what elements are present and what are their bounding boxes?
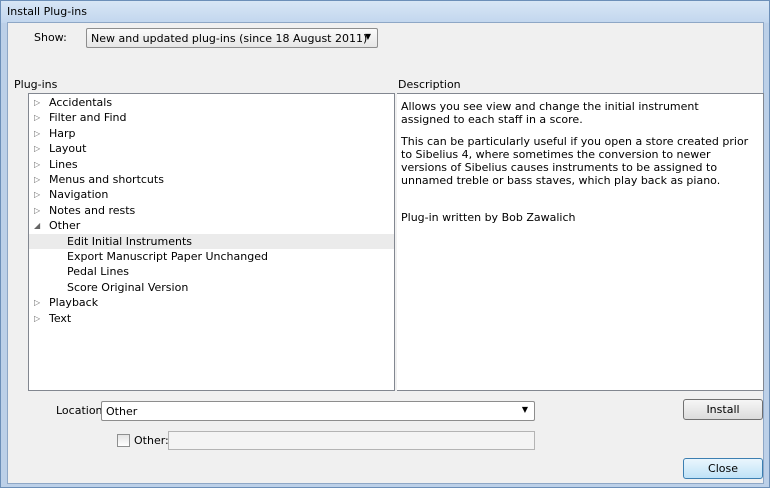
title-bar: Install Plug-ins [1,1,769,23]
show-dropdown[interactable]: New and updated plug-ins (since 18 Augus… [86,28,378,48]
window-title: Install Plug-ins [7,5,87,18]
show-dropdown-value: New and updated plug-ins (since 18 Augus… [91,32,368,45]
tree-item-label: Notes and rests [49,203,136,217]
other-label: Other: [134,434,169,447]
plugins-label: Plug-ins [14,78,58,91]
description-text: Allows you see view and change the initi… [401,100,699,126]
tree-item-label: Accidentals [49,96,113,109]
plugins-tree[interactable]: ▷ Accidentals ▷ Filter and Find ▷ Harp ▷ Layout… [28,93,395,391]
chevron-down-icon: ▼ [521,405,528,414]
tree-item-category[interactable]: ▷ Filter and Find [29,110,394,125]
tree-item-plugin[interactable]: Score Original Version [29,280,394,295]
location-label: Location: [56,404,107,417]
tree-item-label: Edit Initial Instruments [67,234,192,248]
triangle-right-icon[interactable]: ▷ [34,157,40,172]
tree-item-label: Lines [49,157,78,171]
tree-item-plugin[interactable]: Pedal Lines [29,264,394,279]
tree-item-label: Harp [49,126,76,140]
tree-item-category[interactable]: ▷ Accidentals [29,95,394,110]
tree-item-category[interactable]: ▷ Playback [29,295,394,310]
tree-item-category[interactable]: ◢ Other [29,218,394,233]
tree-item-label: Playback [49,296,99,310]
tree-item-label: Navigation [49,188,109,202]
location-dropdown[interactable]: Other ▼ [101,401,535,421]
tree-item-label: Other [49,219,81,233]
triangle-right-icon[interactable]: ▷ [34,110,40,125]
triangle-right-icon[interactable]: ▷ [34,172,40,187]
triangle-right-icon[interactable]: ▷ [34,95,40,110]
install-button[interactable]: Install [683,399,763,420]
tree-item-label: Export Manuscript Paper Unchanged [67,250,268,263]
close-button[interactable]: Close [683,458,763,479]
tree-item-label: Menus and shortcuts [49,173,164,186]
tree-item-category[interactable]: ▷ Harp [29,126,394,141]
description-label: Description [398,78,461,91]
tree-item-category[interactable]: ▷ Menus and shortcuts [29,172,394,187]
triangle-right-icon[interactable]: ▷ [34,141,40,156]
tree-item-category[interactable]: ▷ Lines [29,157,394,172]
chevron-down-icon: ▼ [364,32,371,41]
description-panel: Allows you see view and change the initi… [397,93,764,391]
tree-item-label: Score Original Version [67,280,189,294]
tree-item-label: Text [49,311,72,325]
other-checkbox[interactable] [117,434,130,447]
tree-item-label: Filter and Find [49,111,127,125]
tree-item-category[interactable]: ▷ Layout [29,141,394,156]
tree-item-category[interactable]: ▷ Navigation [29,187,394,202]
location-dropdown-value: Other [106,405,138,418]
other-location-input[interactable] [168,431,535,450]
tree-item-category[interactable]: ▷ Notes and rests [29,203,394,218]
triangle-right-icon[interactable]: ▷ [34,187,40,202]
triangle-right-icon[interactable]: ▷ [34,126,40,141]
triangle-right-icon[interactable]: ▷ [34,295,40,310]
triangle-down-icon[interactable]: ◢ [34,218,40,233]
show-label: Show: [34,31,67,44]
tree-item-plugin[interactable]: Edit Initial Instruments [29,233,394,249]
tree-item-plugin[interactable]: Export Manuscript Paper Unchanged [29,249,394,264]
triangle-right-icon[interactable]: ▷ [34,311,40,326]
tree-item-category[interactable]: ▷ Text [29,311,394,326]
plugin-author: Plug-in written by Bob Zawalich [401,211,576,224]
tree-item-label: Pedal Lines [67,265,129,279]
triangle-right-icon[interactable]: ▷ [34,203,40,218]
description-detail: This can be particularly useful if you o… [401,135,749,187]
tree-item-label: Layout [49,142,87,156]
